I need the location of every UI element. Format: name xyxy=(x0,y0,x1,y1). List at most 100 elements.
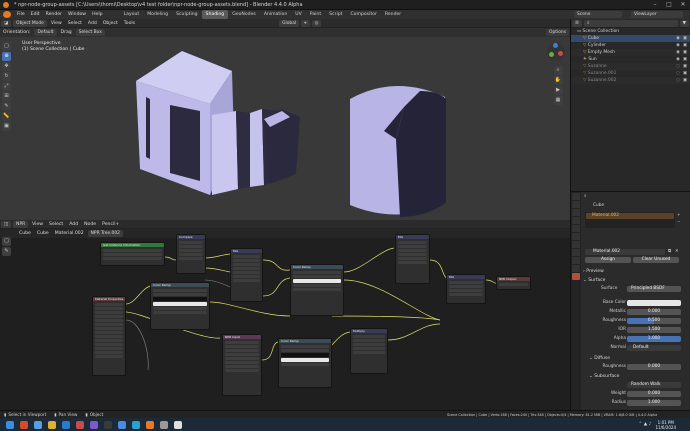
render-camera-icon[interactable]: ▣ xyxy=(683,63,687,70)
material-tab-icon[interactable] xyxy=(572,273,580,280)
navigation-gizmo[interactable] xyxy=(547,43,565,61)
discord-icon[interactable] xyxy=(90,420,98,429)
node-mix-3[interactable]: Mix xyxy=(446,274,486,304)
normal-field[interactable]: Default xyxy=(627,345,681,351)
constraint-tab-icon[interactable] xyxy=(572,257,580,264)
render-tab-icon[interactable] xyxy=(572,201,580,208)
scene-selector[interactable]: Scene xyxy=(574,11,622,18)
teams-icon[interactable] xyxy=(118,420,126,429)
outliner-root[interactable]: ▭ Scene Collection xyxy=(571,28,690,35)
outliner-item-sun[interactable]: ☀ Sun ◉ ▣ xyxy=(571,56,690,63)
outliner-filter-icon[interactable]: ▼ xyxy=(679,19,689,27)
app-icon[interactable] xyxy=(76,420,84,429)
metallic-field[interactable]: 0.000 xyxy=(627,309,681,315)
cylinder-object[interactable] xyxy=(350,85,446,217)
visibility-eye-icon[interactable]: ◌ xyxy=(676,63,680,70)
node-mix-2[interactable]: Mix xyxy=(395,234,430,284)
menu-file[interactable]: File xyxy=(14,10,28,19)
node-editor[interactable]: ◫ NPR View Select Add Node Pencil+ Cube … xyxy=(0,220,570,410)
render-camera-icon[interactable]: ▣ xyxy=(683,49,687,56)
material-copy-icon[interactable]: ⧉ xyxy=(668,249,671,254)
file-explorer-icon[interactable] xyxy=(48,420,56,429)
settings-icon[interactable] xyxy=(160,420,168,429)
tab-sculpting[interactable]: Sculpting xyxy=(172,10,201,19)
tab-uv[interactable]: UV xyxy=(291,10,306,19)
close-button[interactable]: ✕ xyxy=(676,0,690,10)
notepad-icon[interactable] xyxy=(174,420,182,429)
tab-modeling[interactable]: Modeling xyxy=(143,10,172,19)
tab-render[interactable]: Render xyxy=(381,10,405,19)
roughness-field[interactable]: 0.500 xyxy=(627,318,681,324)
node-color-ramp-3[interactable]: Color Ramp xyxy=(278,338,332,388)
maximize-button[interactable]: □ xyxy=(662,0,676,10)
assign-button[interactable]: Assign xyxy=(585,257,631,263)
radius-field[interactable]: 1.000 xyxy=(627,400,681,406)
ior-field[interactable]: 1.500 xyxy=(627,327,681,333)
tab-paint[interactable]: Paint xyxy=(306,10,325,19)
node-mix[interactable]: Mix xyxy=(230,248,263,302)
outliner-item-suzanne[interactable]: ▽ Suzanne ◌ ▣ xyxy=(571,63,690,70)
node-instance-info[interactable]: Get Instance Information xyxy=(100,242,165,266)
mail-icon[interactable] xyxy=(62,420,70,429)
remove-slot-icon[interactable]: − xyxy=(677,220,681,225)
tab-compositor[interactable]: Compositor xyxy=(346,10,380,19)
subsurface-method-dropdown[interactable]: Random Walk xyxy=(627,382,681,388)
weight-field[interactable]: 0.000 xyxy=(627,391,681,397)
diffuse-roughness-field[interactable]: 0.000 xyxy=(627,364,681,370)
output-tab-icon[interactable] xyxy=(572,209,580,216)
preview-panel-header[interactable]: › Preview xyxy=(583,268,689,275)
render-camera-icon[interactable]: ▣ xyxy=(683,70,687,77)
material-name-field[interactable]: Material.002 xyxy=(585,249,665,255)
tool-tab-icon[interactable] xyxy=(572,193,580,200)
tab-script[interactable]: Script xyxy=(325,10,346,19)
scene-tab-icon[interactable] xyxy=(572,217,580,224)
zoom-icon[interactable]: ⌕ xyxy=(553,66,563,75)
surface-shader-dropdown[interactable]: Principled BSDF xyxy=(627,286,681,292)
visibility-eye-icon[interactable]: ◌ xyxy=(676,77,680,84)
tray-icons[interactable]: ⌃ ▲ ♪ xyxy=(639,422,652,427)
outliner-item-cube[interactable]: ▽ Cube ◉ ▣ xyxy=(571,35,690,42)
material-slot-list[interactable]: Material.002 xyxy=(585,212,675,228)
render-camera-icon[interactable]: ▣ xyxy=(683,42,687,49)
blender-taskbar-icon[interactable] xyxy=(146,420,154,429)
outliner-item-cylinder[interactable]: ▽ Cylinder ◉ ▣ xyxy=(571,42,690,49)
menu-edit[interactable]: Edit xyxy=(28,10,43,19)
node-color-ramp-2[interactable]: Color Ramp xyxy=(290,264,344,316)
alpha-field[interactable]: 1.000 xyxy=(627,336,681,342)
windows-start-icon[interactable] xyxy=(6,420,14,429)
photos-icon[interactable] xyxy=(132,420,140,429)
node-multiply[interactable]: Multiply xyxy=(350,328,388,374)
base-color-swatch[interactable] xyxy=(627,300,681,306)
camera-view-icon[interactable]: ▶ xyxy=(553,86,563,95)
view-layer-selector[interactable]: ViewLayer xyxy=(631,11,683,18)
minimize-button[interactable]: – xyxy=(648,0,662,10)
outliner-item-suzanne-001[interactable]: ▽ Suzanne.001 ◌ ▣ xyxy=(571,70,690,77)
node-npr-output[interactable]: NPR Output xyxy=(496,276,531,290)
tab-animation[interactable]: Animation xyxy=(260,10,291,19)
render-camera-icon[interactable]: ▣ xyxy=(683,56,687,63)
clear-unused-button[interactable]: Clear Unused xyxy=(633,257,679,263)
modifier-tab-icon[interactable] xyxy=(572,241,580,248)
grid-view-icon[interactable]: ▦ xyxy=(553,96,563,105)
subsurface-panel-header[interactable]: ⌄ Subsurface xyxy=(589,373,690,380)
firefox-icon[interactable] xyxy=(20,420,28,429)
add-slot-icon[interactable]: + xyxy=(677,213,681,218)
outliner-type-icon[interactable]: ☰ xyxy=(572,19,582,27)
visibility-eye-icon[interactable]: ◉ xyxy=(676,56,680,63)
material-unlink-icon[interactable]: ✕ xyxy=(675,249,679,254)
visibility-eye-icon[interactable]: ◉ xyxy=(676,49,680,56)
data-tab-icon[interactable] xyxy=(572,265,580,272)
visibility-eye-icon[interactable]: ◉ xyxy=(676,42,680,49)
visibility-eye-icon[interactable]: ◌ xyxy=(676,70,680,77)
terminal-icon[interactable] xyxy=(104,420,112,429)
props-search-icon[interactable]: ⌕ xyxy=(584,194,586,199)
node-material-properties[interactable]: Material Properties xyxy=(92,296,126,376)
node-compare[interactable]: Compare xyxy=(176,234,206,274)
physics-tab-icon[interactable] xyxy=(572,249,580,256)
cube-object[interactable] xyxy=(136,51,300,195)
visibility-eye-icon[interactable]: ◉ xyxy=(676,35,680,42)
taskbar-clock[interactable]: 1:01 PM 11/6/2024 xyxy=(655,420,676,430)
render-camera-icon[interactable]: ▣ xyxy=(683,35,687,42)
node-npr-input[interactable]: NPR Input xyxy=(222,334,262,396)
material-slot-item[interactable]: Material.002 xyxy=(586,213,674,219)
